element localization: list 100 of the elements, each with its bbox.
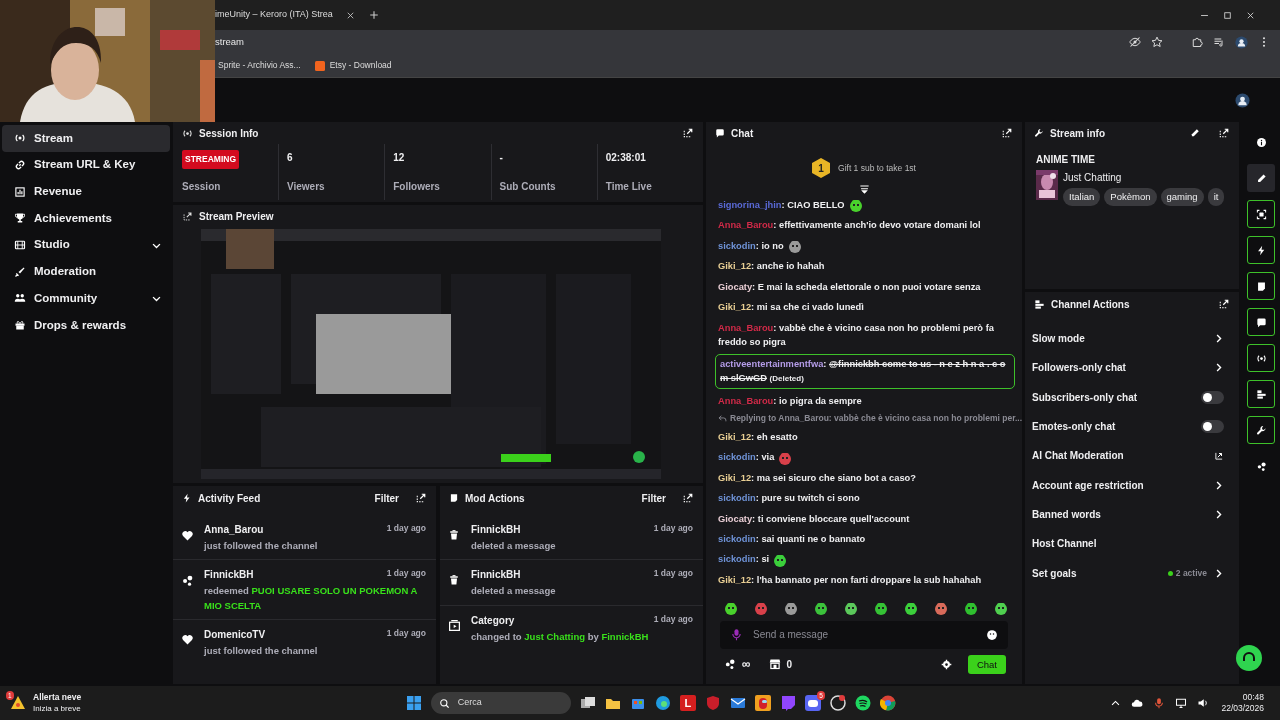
monitor-icon[interactable] xyxy=(1175,697,1188,709)
store-icon[interactable] xyxy=(768,658,781,671)
panel-title: Session Info xyxy=(199,126,260,141)
app-button[interactable]: L xyxy=(679,695,696,711)
chat-message: Giki_12: anche io hahah xyxy=(718,261,825,272)
popout-icon[interactable] xyxy=(1218,298,1230,310)
filter-button[interactable]: Filter xyxy=(641,490,666,506)
rail-button[interactable] xyxy=(1247,272,1275,300)
toggle-switch[interactable] xyxy=(1201,390,1224,404)
action-label[interactable]: Subscribers-only chat xyxy=(1032,389,1201,405)
media-icon[interactable] xyxy=(1213,36,1225,48)
speaker-icon[interactable] xyxy=(1197,697,1210,709)
popout-icon[interactable] xyxy=(682,492,694,504)
edit-icon xyxy=(1255,172,1267,184)
emoji-icon[interactable] xyxy=(986,628,998,641)
popout-icon[interactable] xyxy=(1218,127,1230,139)
task-view-icon[interactable] xyxy=(579,695,596,711)
timestamp: 1 day ago xyxy=(386,522,426,535)
scroll-down-icon[interactable] xyxy=(858,184,870,195)
settings-icon[interactable] xyxy=(940,658,952,670)
puzzle-icon[interactable] xyxy=(1191,36,1203,48)
chat-message: activeentertainmentfwa: @finnickbh come to us - n e z h n a . c o m slGwGD (Deleted) xyxy=(720,358,1006,383)
bits-count: 0 xyxy=(786,657,793,672)
mail-icon[interactable] xyxy=(729,695,746,711)
emote-icon xyxy=(964,600,978,615)
rail-button[interactable] xyxy=(1247,344,1275,372)
sidebar-item[interactable]: Moderation xyxy=(2,258,170,286)
popout-icon[interactable] xyxy=(1001,127,1013,139)
sidebar-item[interactable]: Stream xyxy=(2,125,170,152)
rail-button[interactable] xyxy=(1247,416,1275,444)
music-icon[interactable] xyxy=(854,695,871,711)
eye-slash-icon[interactable] xyxy=(1129,36,1141,48)
record-icon[interactable] xyxy=(829,695,846,711)
tag-pill[interactable]: gaming xyxy=(1160,188,1204,207)
points-icon[interactable] xyxy=(724,658,736,671)
stat-value: 12 xyxy=(393,151,406,165)
event-text: deleted a message xyxy=(471,584,557,599)
profile-avatar[interactable] xyxy=(1235,35,1248,49)
rail-button[interactable] xyxy=(1247,164,1275,192)
search-box[interactable]: Cerca xyxy=(430,692,571,714)
popout-icon[interactable] xyxy=(682,127,694,139)
external-link-icon[interactable] xyxy=(1214,450,1224,461)
weather-icon[interactable] xyxy=(10,695,26,711)
chat-message: sickodin: pure su twitch ci sono xyxy=(718,493,860,504)
message-box[interactable]: Send a message xyxy=(720,620,1008,649)
toggle-switch[interactable] xyxy=(1201,420,1224,434)
tag-pill[interactable]: Pokèmon xyxy=(1104,188,1157,207)
edit-icon[interactable] xyxy=(1190,128,1200,138)
support-icon[interactable] xyxy=(1236,645,1262,671)
new-tab-icon[interactable] xyxy=(367,9,380,21)
sidebar-item[interactable]: Studio xyxy=(2,231,170,259)
chat-bubble-icon[interactable] xyxy=(779,695,796,711)
action-label[interactable]: Followers-only chat xyxy=(1032,360,1213,376)
browser-icon[interactable] xyxy=(654,695,671,711)
cloud-icon[interactable] xyxy=(1131,697,1144,709)
emote-icon xyxy=(844,600,858,615)
star-icon[interactable] xyxy=(1151,36,1163,48)
sidebar-item[interactable]: Stream URL & Key xyxy=(2,151,170,179)
popout-icon[interactable] xyxy=(415,492,427,504)
action-label[interactable]: AI Chat Moderation xyxy=(1032,448,1214,464)
tag-pill[interactable]: it xyxy=(1207,188,1225,207)
rail-button[interactable] xyxy=(1247,308,1275,336)
stat-value: 02:38:01 xyxy=(605,151,647,165)
action-label[interactable]: Slow mode xyxy=(1032,331,1213,347)
action-label[interactable]: Set goals xyxy=(1032,565,1168,581)
info-icon xyxy=(1255,136,1267,148)
rail-button[interactable] xyxy=(1247,380,1275,408)
browser-tab[interactable]: imeUnity – Keroro (ITA) Strea xyxy=(215,8,333,22)
category-link[interactable]: Just Chatting xyxy=(1063,170,1229,185)
action-label[interactable]: Emotes-only chat xyxy=(1032,419,1201,435)
message-input[interactable]: Send a message xyxy=(751,626,978,644)
tag-pill[interactable]: Italian xyxy=(1063,188,1101,207)
filter-button[interactable]: Filter xyxy=(374,490,399,506)
maximize-icon[interactable] xyxy=(1222,9,1233,21)
chat-button[interactable]: Chat xyxy=(967,654,1006,674)
bookmark[interactable]: Sprite - Archivio Ass... xyxy=(218,59,301,72)
windows-icon[interactable] xyxy=(405,695,422,711)
sidebar-item[interactable]: Community xyxy=(2,285,170,312)
action-label[interactable]: Account age restriction xyxy=(1032,477,1213,493)
action-label[interactable]: Host Channel xyxy=(1032,536,1224,552)
bookmark[interactable]: Etsy - Download xyxy=(314,59,392,72)
chat-message: Anna_Barou: io pigra da sempre xyxy=(718,395,862,406)
chat-message: Giki_12: l'ha bannato per non farti droppare la sub hahahah xyxy=(718,575,982,586)
user-avatar[interactable] xyxy=(1235,92,1250,108)
status-badge: STREAMING xyxy=(182,150,239,169)
mic-icon[interactable] xyxy=(730,628,743,642)
mic-icon[interactable] xyxy=(1153,697,1166,709)
event-text: just followed the channel xyxy=(204,643,319,658)
chat-message: sickodin: si xyxy=(718,554,770,565)
sidebar-item[interactable]: Achievements xyxy=(2,205,170,232)
shield-icon[interactable] xyxy=(704,695,721,711)
rail-button[interactable] xyxy=(1247,200,1275,228)
points-icon xyxy=(1255,460,1267,472)
search-field[interactable]: Cerca xyxy=(455,695,556,711)
sidebar-item[interactable]: Drops & rewards xyxy=(2,311,170,339)
action-label[interactable]: Banned words xyxy=(1032,506,1213,522)
rail-button[interactable] xyxy=(1247,236,1275,264)
browser-icon[interactable] xyxy=(879,695,896,711)
sidebar-item[interactable]: Revenue xyxy=(2,178,170,206)
goals-count: 2 active xyxy=(1175,566,1207,580)
